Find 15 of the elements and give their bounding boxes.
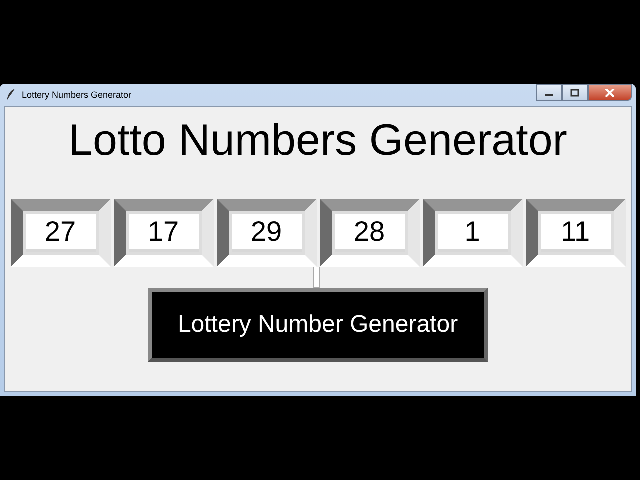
minimize-button[interactable]: [536, 84, 562, 101]
number-field: 27: [26, 214, 96, 252]
number-field: 11: [540, 214, 610, 252]
maximize-icon: [570, 88, 580, 96]
maximize-button[interactable]: [562, 84, 588, 101]
number-field: 1: [438, 214, 508, 252]
window-title: Lottery Numbers Generator: [22, 90, 132, 100]
number-field: 17: [128, 214, 198, 252]
number-field: 28: [334, 214, 404, 252]
number-field: 29: [232, 214, 302, 252]
close-icon: [605, 88, 615, 96]
generate-button[interactable]: Lottery Number Generator: [148, 288, 488, 362]
close-button[interactable]: [588, 84, 632, 101]
feather-icon: [6, 88, 16, 102]
app-heading: Lotto Numbers Generator: [68, 115, 568, 167]
